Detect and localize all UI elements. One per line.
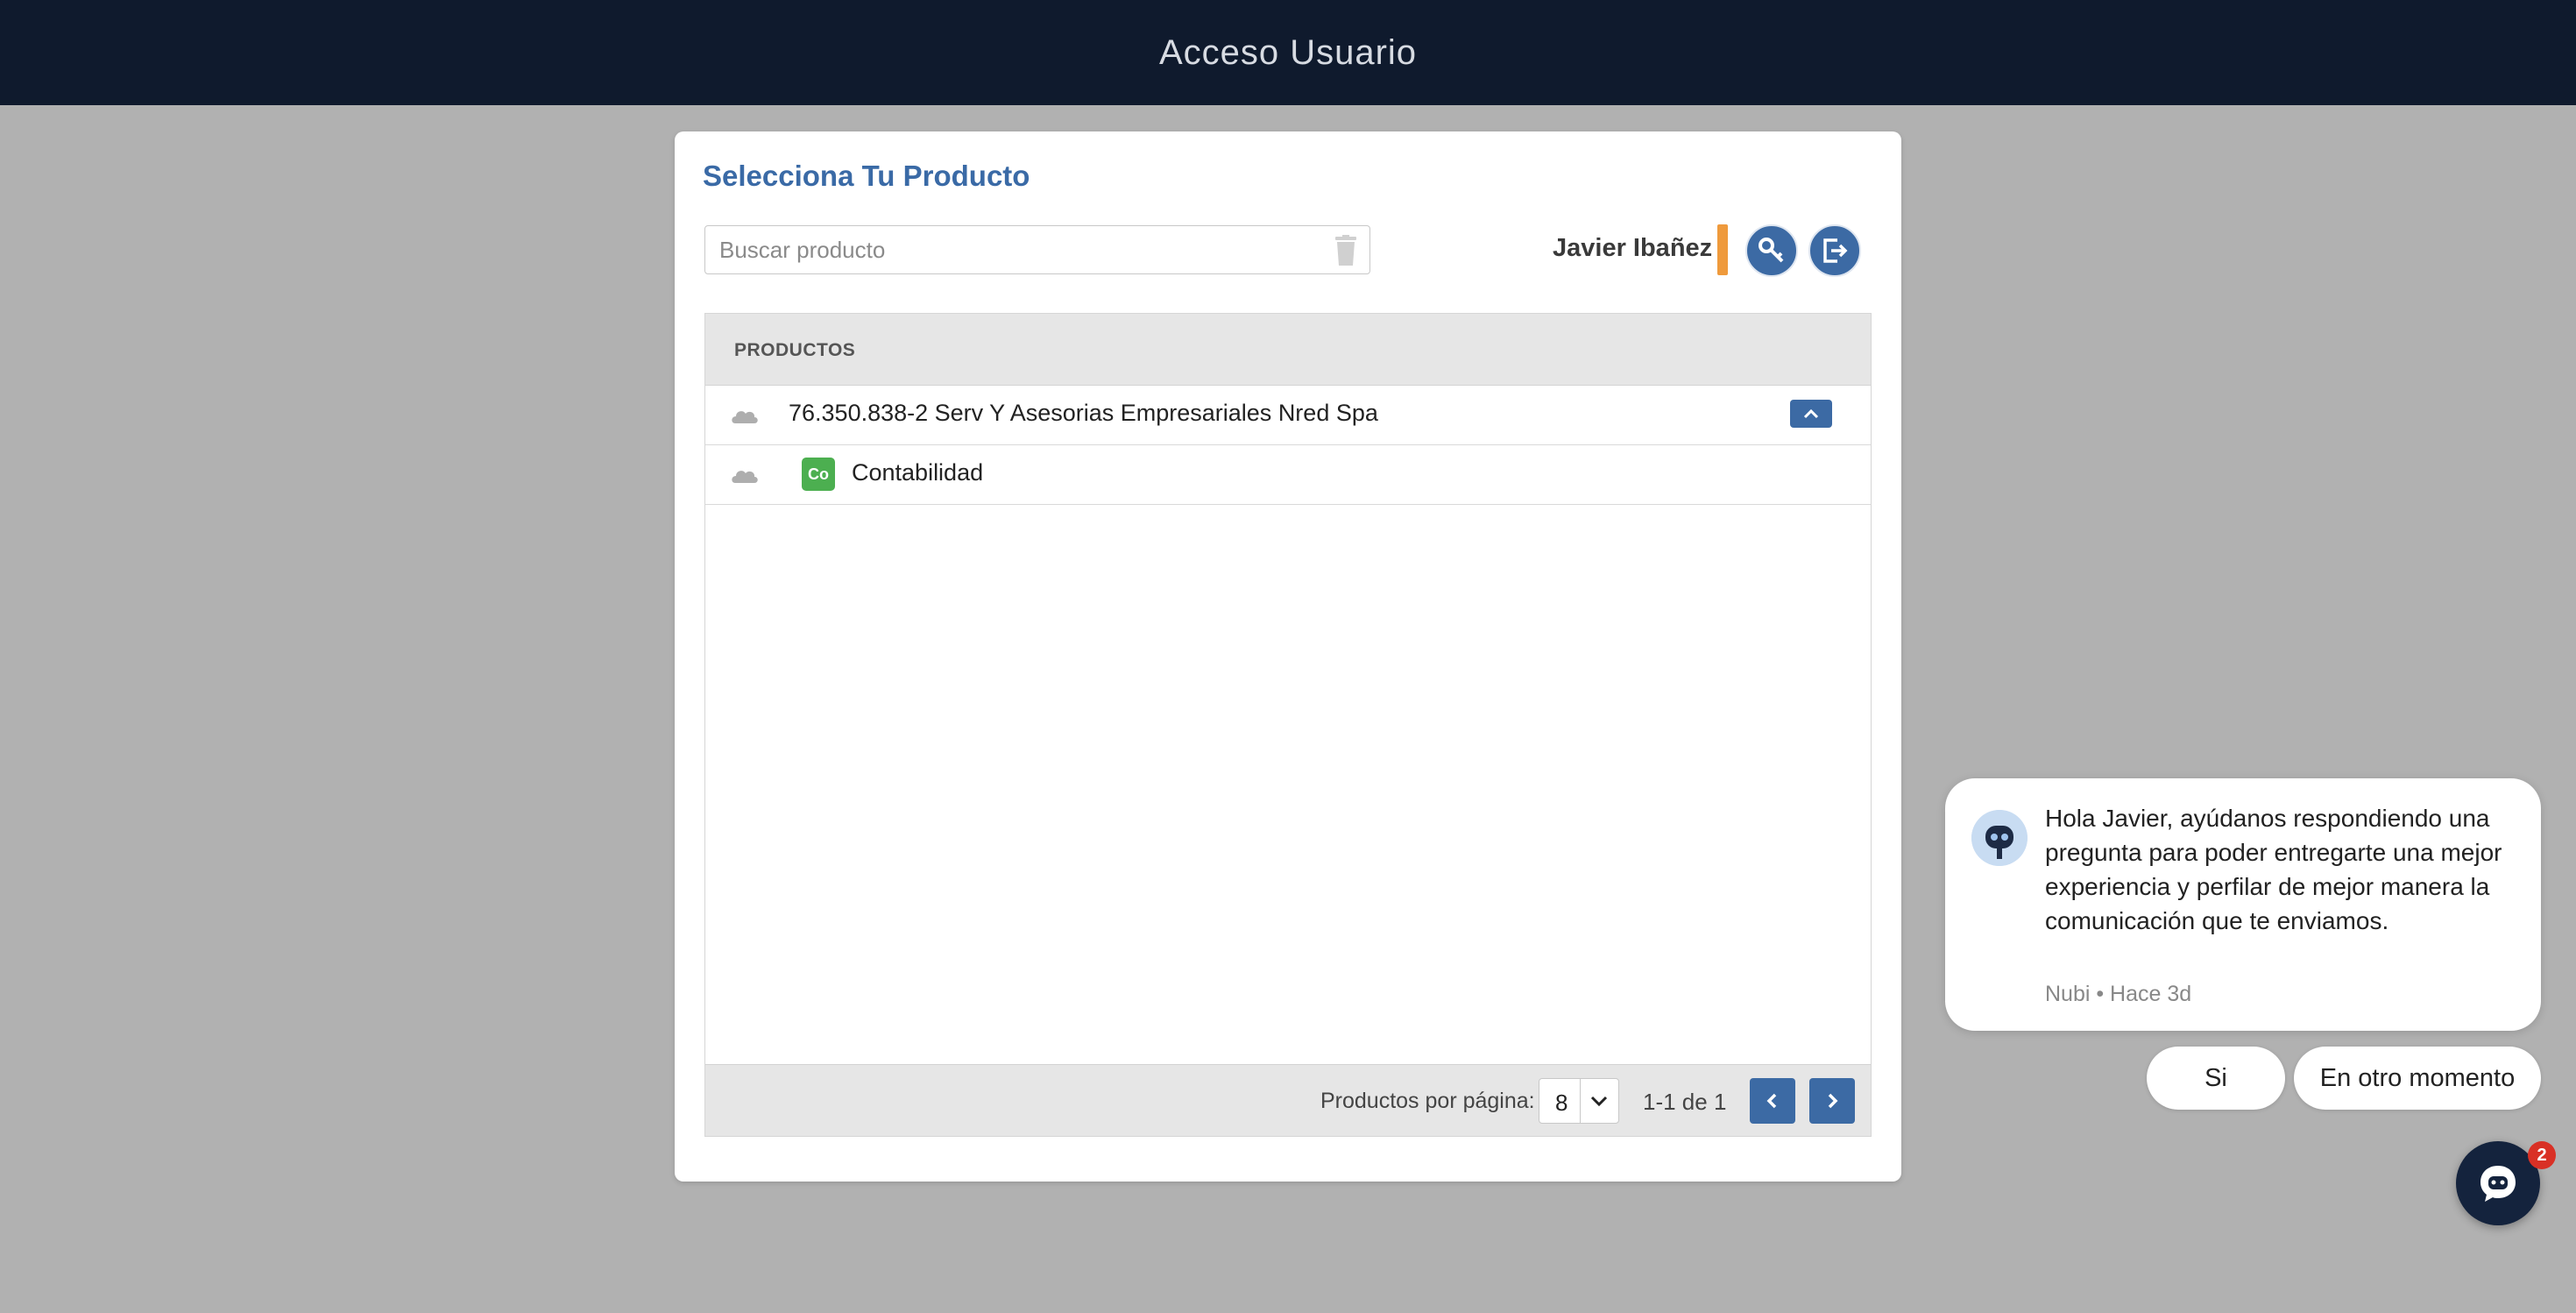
change-password-button[interactable] bbox=[1745, 224, 1798, 277]
unread-count-badge: 2 bbox=[2528, 1141, 2556, 1169]
prev-page-button[interactable] bbox=[1750, 1078, 1795, 1124]
chat-message-bubble[interactable]: Hola Javier, ayúdanos respondiendo una p… bbox=[1945, 778, 2541, 1031]
card-title: Selecciona Tu Producto bbox=[703, 160, 1030, 192]
robot-icon bbox=[1971, 810, 2028, 866]
collapse-button[interactable] bbox=[1790, 400, 1832, 428]
trash-icon[interactable] bbox=[1331, 235, 1361, 266]
per-page-select[interactable]: 8 bbox=[1539, 1078, 1619, 1124]
chat-message-meta: Nubi • Hace 3d bbox=[2045, 982, 2192, 1006]
table-header: PRODUCTOS bbox=[705, 314, 1871, 386]
product-badge: Co bbox=[802, 458, 835, 491]
cloud-icon bbox=[732, 411, 758, 423]
chevron-up-icon bbox=[1803, 408, 1819, 419]
select-divider bbox=[1580, 1079, 1581, 1123]
page-range: 1-1 de 1 bbox=[1643, 1089, 1727, 1115]
chevron-left-icon bbox=[1766, 1093, 1777, 1109]
chat-message-text: Hola Javier, ayúdanos respondiendo una p… bbox=[2045, 805, 2502, 934]
cloud-icon bbox=[732, 471, 758, 483]
company-row[interactable]: 76.350.838-2 Serv Y Asesorias Empresaria… bbox=[705, 386, 1871, 445]
search-field bbox=[704, 225, 1370, 274]
products-table: PRODUCTOS 76.350.838-2 Serv Y Asesorias … bbox=[704, 313, 1872, 1137]
company-label: 76.350.838-2 Serv Y Asesorias Empresaria… bbox=[789, 400, 1378, 426]
chevron-down-icon bbox=[1590, 1096, 1608, 1107]
user-name: Javier Ibañez bbox=[1553, 234, 1713, 262]
chat-bot-icon bbox=[2480, 1166, 2516, 1202]
next-page-button[interactable] bbox=[1809, 1078, 1855, 1124]
bot-avatar bbox=[1971, 810, 2028, 866]
logout-icon bbox=[1823, 238, 1848, 263]
page-header-title: Acceso Usuario bbox=[1158, 32, 1418, 72]
chat-option-later[interactable]: En otro momento bbox=[2294, 1047, 2541, 1110]
product-selection-card: Selecciona Tu Producto Javier Ibañez PRO… bbox=[675, 131, 1901, 1182]
table-footer: Productos por página: 8 1-1 de 1 bbox=[705, 1064, 1871, 1136]
column-header-products: PRODUCTOS bbox=[734, 340, 856, 360]
chat-option-yes[interactable]: Si bbox=[2147, 1047, 2285, 1110]
product-row[interactable]: Co Contabilidad bbox=[705, 445, 1871, 505]
search-input[interactable] bbox=[718, 226, 1299, 273]
logout-button[interactable] bbox=[1808, 224, 1861, 277]
user-marker-bar bbox=[1717, 224, 1728, 275]
top-header: Acceso Usuario bbox=[0, 0, 2576, 105]
product-label: Contabilidad bbox=[852, 459, 984, 486]
per-page-value: 8 bbox=[1555, 1089, 1568, 1116]
key-icon bbox=[1759, 238, 1784, 263]
chevron-right-icon bbox=[1828, 1093, 1838, 1109]
per-page-label: Productos por página: bbox=[1320, 1089, 1535, 1113]
